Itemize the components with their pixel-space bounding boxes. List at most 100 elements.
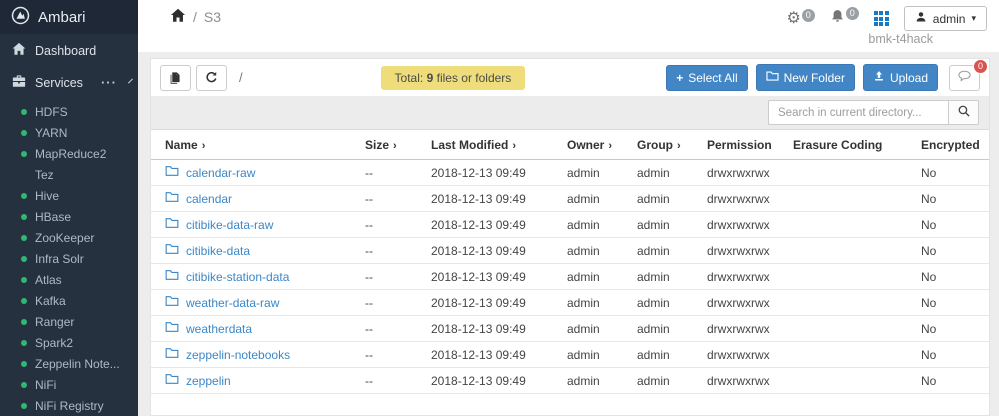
folder-icon: [165, 217, 179, 232]
refresh-button[interactable]: [196, 65, 227, 91]
cell-name: citibike-data: [151, 238, 357, 264]
cell-size: --: [357, 368, 423, 394]
table-row: zeppelin-notebooks--2018-12-13 09:49admi…: [151, 342, 989, 368]
column-header-label: Size: [365, 138, 389, 152]
file-name-label: zeppelin-notebooks: [186, 348, 290, 362]
breadcrumb-home-icon[interactable]: [170, 8, 186, 26]
sidebar-item-zookeeper[interactable]: ZooKeeper: [0, 227, 138, 248]
cell-erasure: [785, 368, 913, 394]
cell-erasure: [785, 212, 913, 238]
select-all-button[interactable]: + Select All: [666, 65, 747, 91]
cell-modified: 2018-12-13 09:49: [423, 368, 559, 394]
cluster-name: bmk-t4hack: [868, 32, 933, 46]
views-grid-icon[interactable]: [874, 11, 889, 26]
sidebar-item-zeppelin-note[interactable]: Zeppelin Note...: [0, 353, 138, 374]
file-name-link[interactable]: citibike-station-data: [165, 269, 289, 284]
breadcrumb: / S3: [170, 8, 221, 26]
column-header-name[interactable]: Name›: [151, 130, 357, 160]
file-name-link[interactable]: citibike-data: [165, 243, 250, 258]
cell-name: calendar-raw: [151, 160, 357, 186]
sidebar-item-hdfs[interactable]: HDFS: [0, 101, 138, 122]
cell-size: --: [357, 212, 423, 238]
comments-button[interactable]: 0: [949, 65, 980, 91]
service-status-icon: [21, 130, 27, 136]
folder-icon: [165, 373, 179, 388]
sidebar-item-kafka[interactable]: Kafka: [0, 290, 138, 311]
sidebar-item-atlas[interactable]: Atlas: [0, 269, 138, 290]
cell-permission: drwxrwxrwx: [699, 368, 785, 394]
cell-owner: admin: [559, 290, 629, 316]
sidebar-item-hive[interactable]: Hive: [0, 185, 138, 206]
files-toolbar: / Total: 9 files or folders + Select All…: [151, 59, 989, 96]
sidebar-item-services[interactable]: Services ···: [0, 66, 138, 98]
breadcrumb-separator: /: [193, 9, 197, 25]
file-name-label: zeppelin: [186, 374, 231, 388]
column-header-label: Group: [637, 138, 673, 152]
services-more-icon[interactable]: ···: [101, 80, 117, 86]
column-header-group[interactable]: Group›: [629, 130, 699, 160]
file-name-label: calendar-raw: [186, 166, 255, 180]
cell-owner: admin: [559, 238, 629, 264]
column-header-size[interactable]: Size›: [357, 130, 423, 160]
admin-menu-label: admin: [933, 12, 966, 26]
admin-menu-button[interactable]: admin ▾: [904, 6, 987, 31]
sidebar-item-nifi-registry[interactable]: NiFi Registry: [0, 395, 138, 416]
table-row: citibike-station-data--2018-12-13 09:49a…: [151, 264, 989, 290]
sidebar-item-infra-solr[interactable]: Infra Solr: [0, 248, 138, 269]
alerts-count-badge: 0: [846, 7, 859, 20]
file-name-link[interactable]: citibike-data-raw: [165, 217, 273, 232]
column-header-label: Owner: [567, 138, 604, 152]
service-status-icon: [21, 361, 27, 367]
column-header-erasure-coding: Erasure Coding: [785, 130, 913, 160]
cell-size: --: [357, 264, 423, 290]
cell-encrypted: No: [913, 290, 989, 316]
sidebar-item-dashboard[interactable]: Dashboard: [0, 34, 138, 66]
sidebar-item-ranger[interactable]: Ranger: [0, 311, 138, 332]
upload-button[interactable]: Upload: [863, 64, 938, 91]
cell-modified: 2018-12-13 09:49: [423, 316, 559, 342]
cell-erasure: [785, 342, 913, 368]
file-name-link[interactable]: calendar: [165, 191, 232, 206]
search-bar: [151, 96, 989, 130]
files-panel: / Total: 9 files or folders + Select All…: [150, 58, 990, 416]
table-row: citibike-data-raw--2018-12-13 09:49admin…: [151, 212, 989, 238]
service-status-icon: [21, 340, 27, 346]
table-row: weatherdata--2018-12-13 09:49adminadmind…: [151, 316, 989, 342]
service-label: YARN: [35, 126, 67, 140]
sidebar-item-hbase[interactable]: HBase: [0, 206, 138, 227]
paste-button[interactable]: [160, 65, 191, 91]
cell-erasure: [785, 160, 913, 186]
file-name-link[interactable]: zeppelin-notebooks: [165, 347, 290, 362]
current-path: /: [239, 70, 243, 85]
cell-name: citibike-station-data: [151, 264, 357, 290]
file-table: Name›Size›Last Modified›Owner›Group›Perm…: [151, 130, 989, 394]
sort-chevron-icon: ›: [202, 140, 206, 152]
chevron-down-icon[interactable]: [128, 79, 133, 84]
cell-group: admin: [629, 290, 699, 316]
column-header-owner[interactable]: Owner›: [559, 130, 629, 160]
column-header-last-modified[interactable]: Last Modified›: [423, 130, 559, 160]
sidebar-item-yarn[interactable]: YARN: [0, 122, 138, 143]
service-status-icon: [21, 403, 27, 409]
background-ops-button[interactable]: ⚙ 0: [786, 11, 814, 27]
cell-permission: drwxrwxrwx: [699, 186, 785, 212]
file-name-label: weatherdata: [186, 322, 252, 336]
file-name-link[interactable]: weather-data-raw: [165, 295, 279, 310]
new-folder-button[interactable]: New Folder: [756, 64, 855, 91]
sidebar-item-spark2[interactable]: Spark2: [0, 332, 138, 353]
service-label: ZooKeeper: [35, 231, 94, 245]
search-button[interactable]: [948, 100, 979, 125]
cell-encrypted: No: [913, 238, 989, 264]
service-status-icon: [21, 193, 27, 199]
alerts-button[interactable]: 0: [830, 9, 859, 29]
cell-name: citibike-data-raw: [151, 212, 357, 238]
file-name-link[interactable]: weatherdata: [165, 321, 252, 336]
sidebar-item-nifi[interactable]: NiFi: [0, 374, 138, 395]
cell-size: --: [357, 160, 423, 186]
ambari-logo-header[interactable]: Ambari: [0, 0, 138, 34]
file-name-link[interactable]: zeppelin: [165, 373, 231, 388]
search-input[interactable]: [768, 100, 948, 125]
file-name-link[interactable]: calendar-raw: [165, 165, 255, 180]
sidebar-item-mapreduce2[interactable]: MapReduce2: [0, 143, 138, 164]
sidebar-item-tez[interactable]: Tez: [0, 164, 138, 185]
